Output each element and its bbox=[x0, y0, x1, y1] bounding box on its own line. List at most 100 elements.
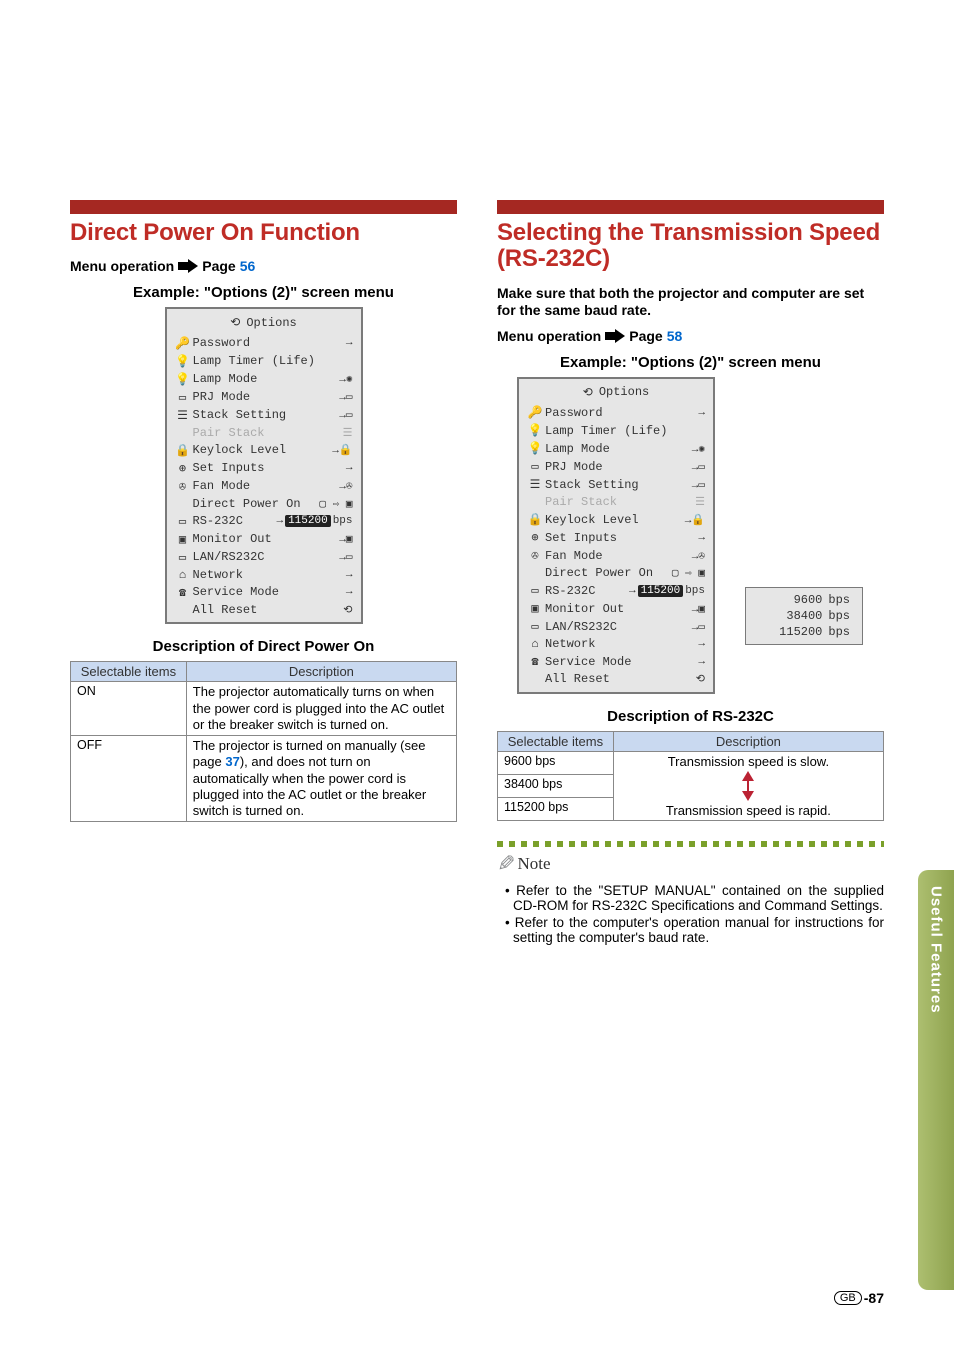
menu-item-label: PRJ Mode bbox=[543, 460, 671, 474]
menu-item-label: Set Inputs bbox=[543, 531, 671, 545]
options-menu-left: ⟲ Options 🔑Password→💡Lamp Timer (Life)💡L… bbox=[165, 307, 363, 624]
options-menu-right: ⟲ Options 🔑Password→💡Lamp Timer (Life)💡L… bbox=[517, 377, 715, 694]
menu-item-right: →▭ bbox=[671, 620, 705, 634]
menu-item-icon: 💡 bbox=[175, 354, 191, 369]
menu-row: ☰Stack Setting→▭ bbox=[167, 406, 361, 424]
page-footer: GB -87 bbox=[834, 1290, 884, 1306]
left-column: Direct Power On Function Menu operation … bbox=[70, 200, 457, 947]
menu-item-right: → 115200 bps bbox=[671, 585, 705, 597]
th-description: Description bbox=[186, 662, 456, 682]
red-bar bbox=[497, 200, 884, 214]
menu-item-right: ▢ ⇨ ▣ bbox=[671, 566, 705, 580]
menu-title: ⟲ Options bbox=[519, 383, 713, 404]
page-label: Page bbox=[202, 258, 235, 274]
menu-row: 🔒Keylock Level→🔒 bbox=[519, 511, 713, 529]
menu-item-label: Lamp Mode bbox=[191, 372, 319, 386]
menu-item-right: → bbox=[319, 462, 353, 474]
section-heading: Selecting the Transmission Speed (RS-232… bbox=[497, 220, 884, 273]
region-badge: GB bbox=[834, 1291, 862, 1305]
menu-item-label: Service Mode bbox=[191, 585, 319, 599]
pencil-icon: ✎ bbox=[497, 851, 515, 877]
menu-row: 🔑Password→ bbox=[167, 334, 361, 352]
popup-row: 115200bps bbox=[748, 624, 860, 640]
menu-item-right: ☰ bbox=[671, 495, 705, 509]
menu-item-icon: ✇ bbox=[527, 548, 543, 563]
speed-arrow-icon bbox=[620, 771, 877, 801]
note-label: Note bbox=[517, 854, 550, 874]
menu-item-right: → bbox=[319, 337, 353, 349]
menu-row: ✇Fan Mode→✇ bbox=[519, 547, 713, 565]
table-row: OFF The projector is turned on manually … bbox=[71, 736, 457, 822]
menu-item-label: Stack Setting bbox=[543, 478, 671, 492]
menu-item-icon: 🔒 bbox=[175, 443, 191, 458]
menu-item-label: PRJ Mode bbox=[191, 390, 319, 404]
menu-item-right: →▭ bbox=[319, 408, 353, 422]
menu-item-icon: 💡 bbox=[527, 423, 543, 438]
menu-item-right: ⟲ bbox=[671, 672, 705, 686]
menu-item-right: →▣ bbox=[671, 602, 705, 616]
right-column: Selecting the Transmission Speed (RS-232… bbox=[497, 200, 884, 947]
menu-item-icon: 💡 bbox=[175, 372, 191, 387]
menu-row: ▭RS-232C→ 115200 bps bbox=[167, 512, 361, 530]
menu-item-icon: ⊕ bbox=[527, 530, 543, 545]
menu-item-label: LAN/RS232C bbox=[543, 620, 671, 634]
menu-item-right: → bbox=[671, 407, 705, 419]
menu-item-icon: ⊕ bbox=[175, 461, 191, 476]
menu-row: All Reset⟲ bbox=[167, 601, 361, 618]
menu-item-label: Monitor Out bbox=[543, 602, 671, 616]
menu-item-label: Pair Stack bbox=[191, 426, 319, 440]
menu-item-icon: ✇ bbox=[175, 479, 191, 494]
menu-item-label: Direct Power On bbox=[191, 497, 319, 511]
menu-item-right: →▭ bbox=[319, 390, 353, 404]
arrow-icon bbox=[178, 259, 198, 273]
menu-item-label: Lamp Mode bbox=[543, 442, 671, 456]
note-item: • Refer to the "SETUP MANUAL" contained … bbox=[505, 883, 884, 913]
side-tab-label: Useful Features bbox=[928, 886, 945, 1014]
menu-row: 🔒Keylock Level→🔒 bbox=[167, 441, 361, 459]
page-number: -87 bbox=[864, 1290, 884, 1306]
example-heading: Example: "Options (2)" screen menu bbox=[70, 284, 457, 301]
menu-item-label: Fan Mode bbox=[543, 549, 671, 563]
menu-item-label: Network bbox=[191, 568, 319, 582]
note-body: • Refer to the "SETUP MANUAL" contained … bbox=[497, 883, 884, 945]
menu-row: All Reset⟲ bbox=[519, 671, 713, 688]
cell-desc: Transmission speed is slow. Transmission… bbox=[613, 751, 883, 820]
cell-desc: The projector automatically turns on whe… bbox=[186, 682, 456, 736]
red-bar bbox=[70, 200, 457, 214]
menu-item-icon: ☎ bbox=[175, 585, 191, 600]
menu-item-label: Fan Mode bbox=[191, 479, 319, 493]
menu-row: ▣Monitor Out→▣ bbox=[519, 600, 713, 618]
menu-row: ✇Fan Mode→✇ bbox=[167, 477, 361, 495]
page-label: Page bbox=[629, 328, 662, 344]
cell-sel: 9600 bps bbox=[498, 751, 614, 774]
menu-item-right: →✇ bbox=[671, 549, 705, 563]
menu-item-right: ☰ bbox=[319, 426, 353, 440]
menu-item-icon: ☰ bbox=[175, 408, 191, 423]
menu-row: 💡Lamp Timer (Life) bbox=[519, 422, 713, 440]
menu-op-label: Menu operation bbox=[497, 328, 601, 344]
cell-sel: ON bbox=[71, 682, 187, 736]
menu-item-label: Keylock Level bbox=[191, 443, 319, 457]
menu-item-right: → bbox=[319, 586, 353, 598]
menu-item-icon: ▭ bbox=[527, 583, 543, 598]
menu-item-right: →✇ bbox=[319, 479, 353, 493]
bps-popup: 9600bps 38400bps 115200bps bbox=[745, 587, 863, 645]
menu-item-icon: 🔒 bbox=[527, 512, 543, 527]
menu-item-icon: ☰ bbox=[527, 477, 543, 492]
menu-row: ▭RS-232C→ 115200 bps bbox=[519, 582, 713, 600]
menu-item-right: →🔒 bbox=[671, 513, 705, 527]
menu-item-label: Service Mode bbox=[543, 655, 671, 669]
menu-item-icon: ▭ bbox=[527, 459, 543, 474]
rs232c-table: Selectable items Description 9600 bps Tr… bbox=[497, 731, 884, 821]
page-link[interactable]: 56 bbox=[240, 258, 256, 274]
speed-rapid-text: Transmission speed is rapid. bbox=[620, 803, 877, 818]
table-row: 9600 bps Transmission speed is slow. Tra… bbox=[498, 751, 884, 774]
page-link[interactable]: 37 bbox=[225, 754, 239, 769]
menu-item-right: →▭ bbox=[671, 478, 705, 492]
menu-row: ▭LAN/RS232C→▭ bbox=[519, 618, 713, 636]
menu-item-right: →✺ bbox=[319, 372, 353, 386]
menu-item-icon: ▭ bbox=[175, 550, 191, 565]
menu-row: ☎Service Mode→ bbox=[519, 653, 713, 671]
page-link[interactable]: 58 bbox=[667, 328, 683, 344]
menu-row: ⌂Network→ bbox=[167, 566, 361, 583]
